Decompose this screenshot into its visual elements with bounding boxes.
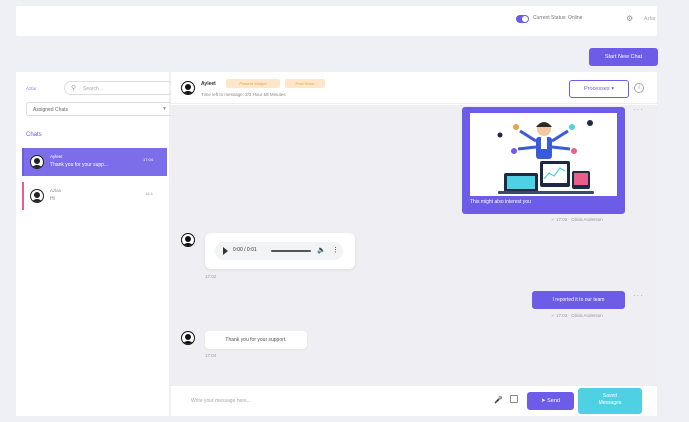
chat-time: 16:1 [145, 191, 153, 196]
image-message[interactable]: This might also interest you [462, 107, 625, 214]
status-label: Current Status: Online [533, 15, 583, 21]
message-meta: ✓ 17:03 · Olivia Anderson [551, 313, 603, 318]
message-meta-text: 17:03 · Olivia Anderson [556, 313, 603, 318]
message-window-timer: Time left to message: 2/3 Hour 58 Minute… [201, 92, 286, 97]
audio-message: 0:00 / 0:01 🔈 ⋮ [205, 233, 355, 269]
search-placeholder: Search... [83, 86, 104, 92]
chat-time: 17:04 [142, 157, 153, 162]
saved-label-line1: Saved [602, 393, 618, 399]
message-meta: 17:04 [205, 353, 217, 358]
conversation-panel: Ayleet Present Widget Pool Sessi Time le… [171, 72, 657, 416]
message-image[interactable] [470, 113, 617, 196]
avatar [181, 81, 195, 95]
assigned-chats-value: Assigned Chats [33, 107, 69, 113]
illustration-image [470, 113, 617, 196]
user-name[interactable]: Azfar [644, 16, 656, 22]
audio-menu-icon[interactable]: ⋮ [332, 246, 339, 254]
avatar [181, 331, 195, 345]
saved-messages-button[interactable]: Saved Messages [578, 388, 642, 414]
message-meta-text: 17:02 · Olivia Anderson [556, 217, 603, 222]
chat-sidebar: Azfar ⚲ Search... Assigned Chats ▼ Chats… [16, 72, 174, 416]
chats-heading: Chats [26, 132, 42, 138]
chat-list-item[interactable]: Ayleet Thank you for your supp... 17:04 [22, 148, 167, 176]
avatar [30, 155, 44, 169]
saved-label-line2: Messages [598, 400, 622, 406]
audio-progress-bar[interactable] [271, 250, 311, 252]
message-input[interactable]: Write your message here... [191, 398, 251, 404]
conversation-header: Ayleet Present Widget Pool Sessi Time le… [171, 72, 657, 104]
microphone-icon[interactable]: 🎤 [494, 396, 503, 404]
attachment-icon[interactable] [510, 395, 518, 403]
status-badge: Pool Sessi [285, 79, 325, 88]
chevron-down-icon: ▼ [162, 106, 167, 112]
message-area[interactable]: This might also interest you ··· ✓ 17:02… [171, 105, 657, 385]
image-caption: This might also interest you [470, 199, 531, 205]
send-button[interactable]: ➤ Send [527, 392, 574, 410]
processes-dropdown[interactable]: Processes ▾ [569, 80, 629, 98]
volume-icon[interactable]: 🔈 [317, 246, 326, 254]
contact-name: Ayleet [201, 81, 216, 87]
message-meta: 17:02 [205, 274, 217, 279]
send-label: Send [547, 398, 560, 404]
chat-preview: Hi [50, 196, 55, 202]
outgoing-message[interactable]: I reported it to our team [532, 291, 625, 309]
user-status-icon[interactable]: ⚙ [626, 14, 633, 23]
more-options-icon[interactable]: ··· [633, 105, 644, 114]
avatar [30, 189, 44, 203]
status-badge: Present Widget [226, 79, 280, 88]
start-new-chat-button[interactable]: Start New Chat [589, 48, 658, 66]
avatar [181, 233, 195, 247]
chat-contact-name: Ayleet [50, 154, 63, 159]
search-input[interactable]: ⚲ Search... [64, 81, 174, 95]
processes-label: Processes [584, 86, 610, 92]
info-icon[interactable]: i [634, 83, 644, 93]
status-toggle[interactable] [516, 15, 529, 23]
audio-player[interactable]: 0:00 / 0:01 🔈 ⋮ [215, 242, 343, 260]
assigned-chats-select[interactable]: Assigned Chats ▼ [26, 102, 174, 116]
top-bar: Current Status: Online ⚙ Azfar [16, 6, 657, 36]
chat-preview: Thank you for your supp... [50, 162, 109, 168]
audio-time: 0:00 / 0:01 [233, 247, 257, 253]
play-icon[interactable] [223, 247, 228, 255]
agent-filter-label[interactable]: Azfar [26, 86, 37, 91]
message-composer: Write your message here... 🎤 ➤ Send Save… [171, 385, 657, 416]
more-options-icon[interactable]: ··· [633, 291, 644, 300]
incoming-message[interactable]: Thank you for your support. [205, 331, 307, 349]
search-icon: ⚲ [71, 85, 77, 92]
chat-list-item[interactable]: Azlan Hi 16:1 [22, 182, 167, 210]
message-meta: ✓ 17:02 · Olivia Anderson [551, 217, 603, 222]
chat-contact-name: Azlan [50, 188, 62, 193]
